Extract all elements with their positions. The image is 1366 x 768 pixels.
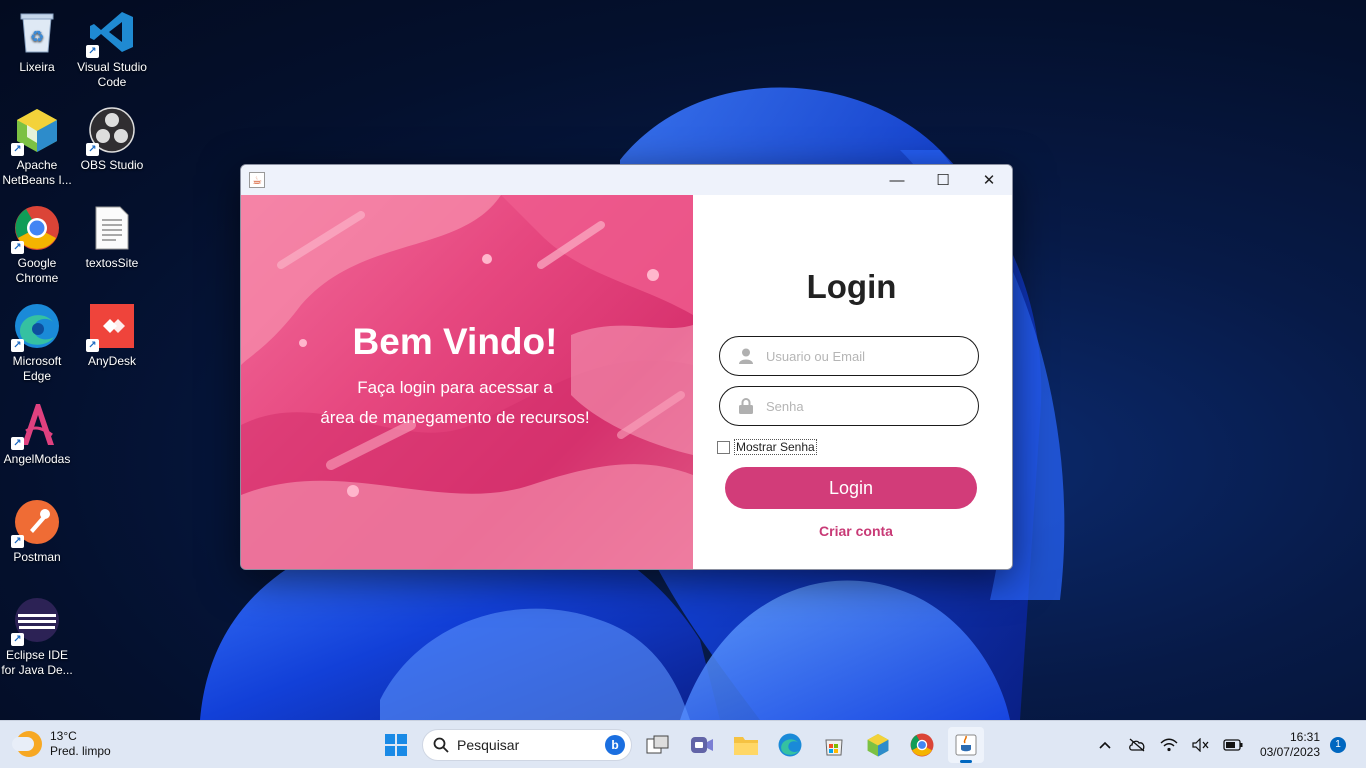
shortcut-arrow-icon: ↗ — [11, 241, 24, 254]
svg-text:♻: ♻ — [30, 29, 44, 46]
chrome-icon: ↗ — [11, 204, 61, 254]
wifi-icon[interactable] — [1158, 734, 1180, 756]
folder-icon — [734, 737, 758, 755]
search-icon — [433, 737, 449, 753]
text-file-icon — [88, 204, 136, 252]
obs-icon: ↗ — [86, 106, 136, 156]
teams-chat-icon — [691, 737, 713, 753]
password-input[interactable] — [766, 398, 956, 414]
taskbar-file-explorer[interactable] — [728, 727, 764, 763]
task-view-icon — [646, 735, 669, 754]
bing-icon[interactable]: b — [605, 735, 625, 755]
netbeans-icon — [867, 734, 889, 757]
maximize-button[interactable]: ☐ — [920, 165, 966, 195]
show-password-label[interactable]: Mostrar Senha — [734, 439, 817, 455]
store-icon — [825, 739, 843, 756]
username-input[interactable] — [766, 348, 956, 364]
shortcut-arrow-icon: ↗ — [11, 339, 24, 352]
system-tray: 16:31 03/07/2023 1 — [1094, 721, 1366, 768]
windows-logo-icon — [385, 734, 407, 756]
clock-time: 16:31 — [1289, 730, 1320, 744]
vscode-icon: ↗ — [86, 8, 136, 58]
chrome-icon — [910, 733, 934, 757]
recycle-bin-icon: ♻ — [13, 8, 61, 56]
clock[interactable]: 16:31 03/07/2023 — [1260, 730, 1320, 760]
java-app-icon: ☕ — [249, 172, 265, 188]
clock-date: 03/07/2023 — [1259, 745, 1320, 759]
close-button[interactable]: ✕ — [966, 165, 1012, 195]
show-password-checkbox[interactable] — [717, 440, 730, 454]
lock-icon — [738, 398, 754, 414]
taskbar-store[interactable] — [816, 727, 852, 763]
taskbar-chrome[interactable] — [904, 727, 940, 763]
weather-widget[interactable]: 13°C Pred. limpo — [12, 729, 111, 759]
desktop-icon-obs[interactable]: ↗ OBS Studio — [76, 106, 148, 173]
shortcut-arrow-icon: ↗ — [86, 339, 99, 352]
shortcut-arrow-icon: ↗ — [11, 143, 24, 156]
shortcut-arrow-icon: ↗ — [86, 143, 99, 156]
taskbar-edge[interactable] — [772, 727, 808, 763]
cloud-offline-icon[interactable] — [1126, 734, 1148, 756]
desktop-icon-chrome[interactable]: ↗ Google Chrome — [1, 204, 73, 286]
desktop-icon-anydesk[interactable]: ↗ AnyDesk — [76, 302, 148, 369]
eclipse-icon: ↗ — [11, 596, 61, 646]
minimize-button[interactable]: — — [874, 165, 920, 195]
username-field[interactable] — [719, 336, 979, 376]
shortcut-arrow-icon: ↗ — [11, 535, 24, 548]
shortcut-arrow-icon: ↗ — [11, 633, 24, 646]
taskbar-search[interactable]: Pesquisar b — [422, 729, 632, 761]
desktop-icon-vscode[interactable]: ↗ Visual Studio Code — [76, 8, 148, 90]
desktop-icon-recycle-bin[interactable]: ♻ Lixeira — [1, 8, 73, 75]
taskbar-java-app[interactable] — [948, 727, 984, 763]
edge-icon — [778, 733, 802, 757]
start-button[interactable] — [378, 727, 414, 763]
welcome-panel: Bem Vindo! Faça login para acessar a áre… — [241, 195, 693, 569]
desktop-icon-eclipse[interactable]: ↗ Eclipse IDE for Java De... — [1, 596, 73, 678]
anydesk-icon: ↗ — [86, 302, 136, 352]
battery-icon[interactable] — [1222, 734, 1244, 756]
postman-icon: ↗ — [11, 498, 61, 548]
taskbar: 13°C Pred. limpo Pesquisar b 16:31 03/07… — [0, 720, 1366, 768]
window-titlebar[interactable]: ☕ — ☐ ✕ — [241, 165, 1012, 195]
shortcut-arrow-icon: ↗ — [11, 437, 24, 450]
taskbar-teams[interactable] — [684, 727, 720, 763]
weather-temperature: 13°C — [50, 729, 77, 743]
notification-badge[interactable]: 1 — [1330, 737, 1346, 753]
desktop-icon-angelmodas[interactable]: ↗ AngelModas — [1, 400, 73, 467]
welcome-subtitle: Faça login para acessar a área de manega… — [320, 378, 590, 427]
password-field[interactable] — [719, 386, 979, 426]
desktop-icon-postman[interactable]: ↗ Postman — [1, 498, 73, 565]
netbeans-icon: ↗ — [11, 106, 61, 156]
shortcut-arrow-icon: ↗ — [86, 45, 99, 58]
chevron-up-icon[interactable] — [1094, 734, 1116, 756]
desktop-icon-edge[interactable]: ↗ Microsoft Edge — [1, 302, 73, 384]
login-window: ☕ — ☐ ✕ Bem Vindo! Faça login para acess… — [240, 164, 1013, 570]
volume-muted-icon[interactable] — [1190, 734, 1212, 756]
create-account-link[interactable]: Criar conta — [693, 523, 1012, 539]
welcome-title: Bem Vindo! — [352, 321, 558, 362]
weather-sun-icon — [12, 731, 42, 757]
login-panel: Login Mostrar Senha Login Criar conta — [693, 195, 1012, 569]
show-password-toggle[interactable]: Mostrar Senha — [717, 439, 817, 455]
login-button[interactable]: Login — [725, 467, 977, 509]
desktop-icon-textossite[interactable]: textosSite — [76, 204, 148, 271]
login-title: Login — [806, 268, 897, 305]
user-icon — [738, 348, 754, 364]
angelmodas-icon: ↗ — [11, 400, 61, 450]
task-view-button[interactable] — [640, 727, 676, 763]
weather-description: Pred. limpo — [50, 744, 111, 758]
java-icon — [955, 734, 977, 756]
taskbar-netbeans[interactable] — [860, 727, 896, 763]
edge-icon: ↗ — [11, 302, 61, 352]
desktop-icon-netbeans[interactable]: ↗ Apache NetBeans I... — [1, 106, 73, 188]
